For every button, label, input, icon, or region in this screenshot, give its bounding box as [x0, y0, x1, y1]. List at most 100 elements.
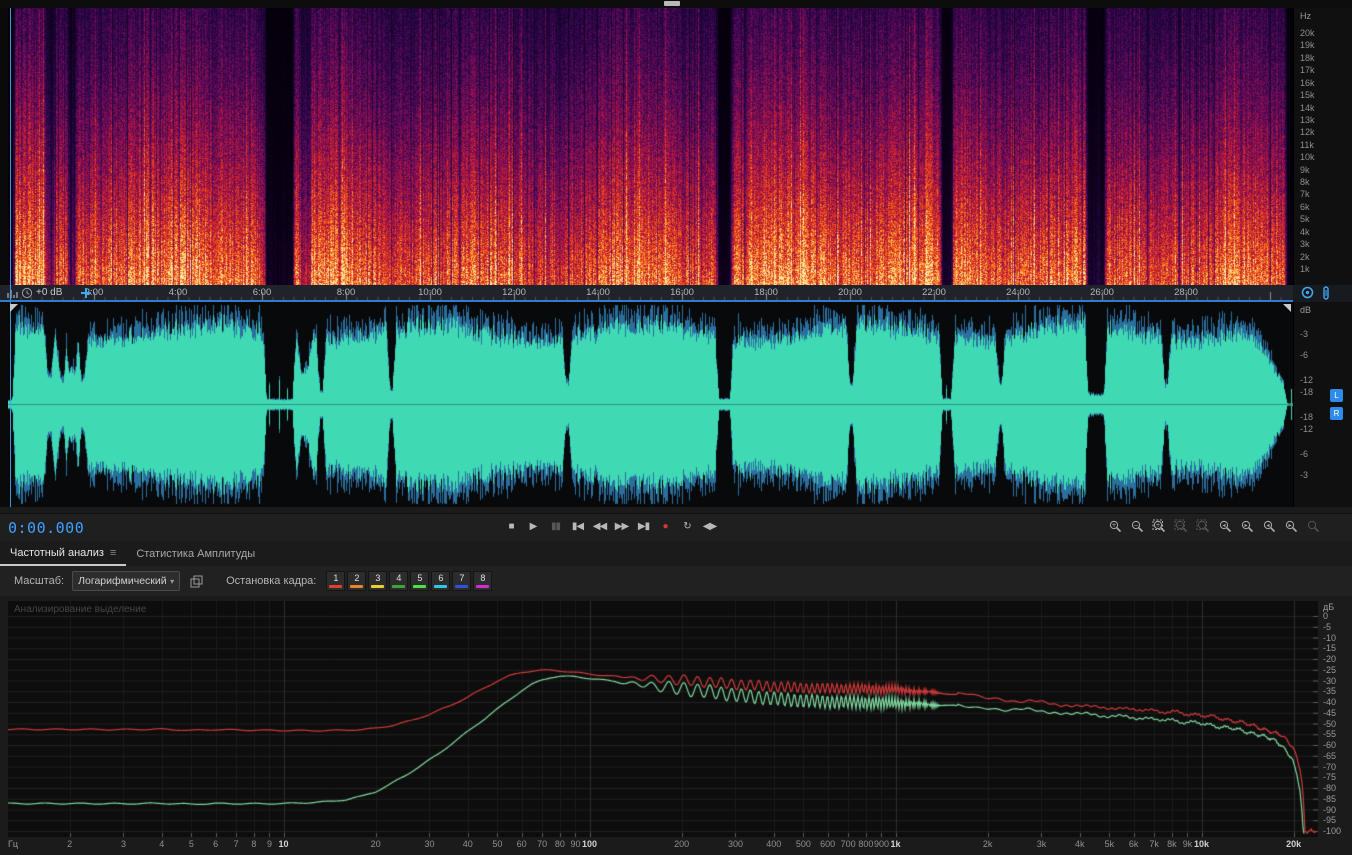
- ruler-right-tools: [1293, 285, 1352, 302]
- panel-grip-right[interactable]: [1283, 304, 1291, 312]
- vertical-zoom-icon[interactable]: [1321, 285, 1331, 300]
- zoom-in-button[interactable]: +: [1107, 518, 1124, 535]
- tab-frequency-analysis[interactable]: Частотный анализ ≡: [0, 541, 127, 566]
- scale-select[interactable]: Логарифмический ▾: [72, 571, 181, 591]
- hold-button-5[interactable]: 5: [410, 571, 430, 591]
- time-tick-22:00: 22:00: [922, 287, 946, 298]
- hold-color-bar: [371, 585, 385, 588]
- spectrogram-canvas[interactable]: [8, 8, 1293, 285]
- y-tick--35: -35: [1323, 686, 1337, 697]
- time-tick-4:00: 4:00: [168, 287, 188, 298]
- freq-tick-18k: 18k: [1300, 52, 1315, 63]
- zoom-in-left-edge-button[interactable]: ◂: [1217, 518, 1234, 535]
- top-strip: [0, 0, 1352, 8]
- y-tick--90: -90: [1323, 804, 1337, 815]
- playhead-line-waveform[interactable]: [10, 302, 11, 507]
- hold-color-bar: [350, 585, 364, 588]
- zoom-out-left-edge-button[interactable]: ◂: [1261, 518, 1278, 535]
- loop-playback-button[interactable]: ↻: [678, 517, 697, 536]
- y-tick--5: -5: [1323, 621, 1332, 632]
- freq-tick-15k: 15k: [1300, 90, 1315, 101]
- gain-indicator[interactable]: +0 dB: [36, 287, 62, 298]
- panel-divider-handle[interactable]: [664, 1, 680, 6]
- hold-buttons: 1 2 3 4 5 6 7 8: [326, 571, 493, 591]
- zoom-reset-button[interactable]: [1305, 518, 1322, 535]
- hold-button-2[interactable]: 2: [347, 571, 367, 591]
- skip-selection-button[interactable]: ◀▶: [700, 517, 719, 536]
- y-tick--75: -75: [1323, 772, 1337, 783]
- play-button[interactable]: ▶: [524, 517, 543, 536]
- x-tick-100: 100: [581, 839, 598, 849]
- zoom-out-button[interactable]: −: [1129, 518, 1146, 535]
- pause-button[interactable]: ▮▮: [546, 517, 565, 536]
- time-display[interactable]: 0:00.000: [8, 519, 84, 537]
- hold-color-bar: [392, 585, 406, 588]
- chevron-down-icon: ▾: [170, 576, 175, 586]
- panel-menu-icon[interactable]: ≡: [110, 547, 116, 559]
- hold-button-label: 2: [354, 573, 360, 583]
- skip-to-start-button[interactable]: ▮◀: [568, 517, 587, 536]
- zoom-in-right-edge-button[interactable]: ▸: [1239, 518, 1256, 535]
- y-tick--40: -40: [1323, 697, 1337, 707]
- playhead-marker[interactable]: [10, 285, 11, 300]
- frequency-analysis-chart[interactable]: [8, 601, 1318, 837]
- tab-amplitude-statistics[interactable]: Статистика Амплитуды: [126, 541, 265, 566]
- x-tick-500: 500: [795, 839, 811, 849]
- freq-tick-20k: 20k: [1300, 28, 1315, 38]
- zoom-in-selection-button[interactable]: +: [1151, 518, 1168, 535]
- freq-tick-8k: 8k: [1300, 177, 1310, 188]
- waveform-display[interactable]: [8, 302, 1293, 507]
- y-tick--20: -20: [1323, 654, 1337, 664]
- x-tick-30: 30: [424, 839, 435, 849]
- hold-button-1[interactable]: 1: [326, 571, 346, 591]
- levels-meter-icon[interactable]: [6, 286, 18, 299]
- zoom-to-selection-button[interactable]: [1195, 518, 1212, 535]
- hold-button-3[interactable]: 3: [368, 571, 388, 591]
- playhead-line[interactable]: [10, 8, 11, 285]
- x-tick-50: 50: [492, 839, 503, 849]
- frequency-scale: Hz 20k 19k 18k 17k 16k 15k 14k 13k 12k 11k 10k 9k 8k…: [1293, 8, 1352, 285]
- hold-color-bar: [329, 585, 343, 588]
- freq-tick-17k: 17k: [1300, 65, 1315, 76]
- y-tick--95: -95: [1323, 815, 1337, 826]
- x-tick-5: 5: [188, 839, 194, 849]
- scale-select-value: Логарифмический: [78, 575, 167, 587]
- y-tick--85: -85: [1323, 793, 1337, 804]
- spectrogram-display[interactable]: [8, 8, 1293, 285]
- hold-button-8[interactable]: 8: [473, 571, 493, 591]
- left-channel-button[interactable]: L: [1330, 389, 1343, 402]
- analysis-status-text: Анализирование выделение: [14, 604, 147, 615]
- hold-button-7[interactable]: 7: [452, 571, 472, 591]
- y-tick--55: -55: [1323, 729, 1337, 740]
- freq-tick-4k: 4k: [1300, 226, 1310, 237]
- y-tick--15: -15: [1323, 643, 1337, 654]
- frequency-unit-label: Hz: [1300, 11, 1311, 21]
- zoom-out-selection-button[interactable]: −: [1173, 518, 1190, 535]
- fast-forward-button[interactable]: ▶▶: [612, 517, 631, 536]
- timeline-ruler[interactable]: 2:00 4:00 6:00 8:00 10:00 12:00 14:00 16:00 18:0…: [0, 285, 1293, 302]
- hold-color-bar: [476, 585, 490, 588]
- skip-to-end-button[interactable]: ▶▮: [634, 517, 653, 536]
- record-button[interactable]: ●: [656, 517, 675, 536]
- stop-button[interactable]: ■: [502, 517, 521, 536]
- hold-label: Остановка кадра:: [226, 575, 317, 587]
- x-tick-90: 90: [570, 839, 581, 849]
- panel-grip-left[interactable]: [10, 304, 18, 312]
- hold-button-6[interactable]: 6: [431, 571, 451, 591]
- rewind-button[interactable]: ◀◀: [590, 517, 609, 536]
- freq-tick-1k: 1k: [1300, 263, 1310, 274]
- right-channel-button[interactable]: R: [1330, 407, 1343, 420]
- waveform-canvas[interactable]: [8, 302, 1293, 507]
- spectral-display-toggle-icon[interactable]: [1301, 286, 1314, 299]
- zoom-out-right-edge-button[interactable]: ▸: [1283, 518, 1300, 535]
- x-tick-10: 10: [278, 839, 289, 849]
- x-tick-60: 60: [516, 839, 527, 849]
- x-tick-20k: 20k: [1286, 839, 1302, 849]
- time-tick-18:00: 18:00: [754, 287, 778, 298]
- hold-button-4[interactable]: 4: [389, 571, 409, 591]
- x-tick-9: 9: [266, 839, 272, 849]
- snap-icon[interactable]: [80, 286, 92, 299]
- clock-icon[interactable]: [21, 286, 33, 299]
- copy-graph-button[interactable]: [188, 573, 204, 589]
- hold-color-bar: [413, 585, 427, 588]
